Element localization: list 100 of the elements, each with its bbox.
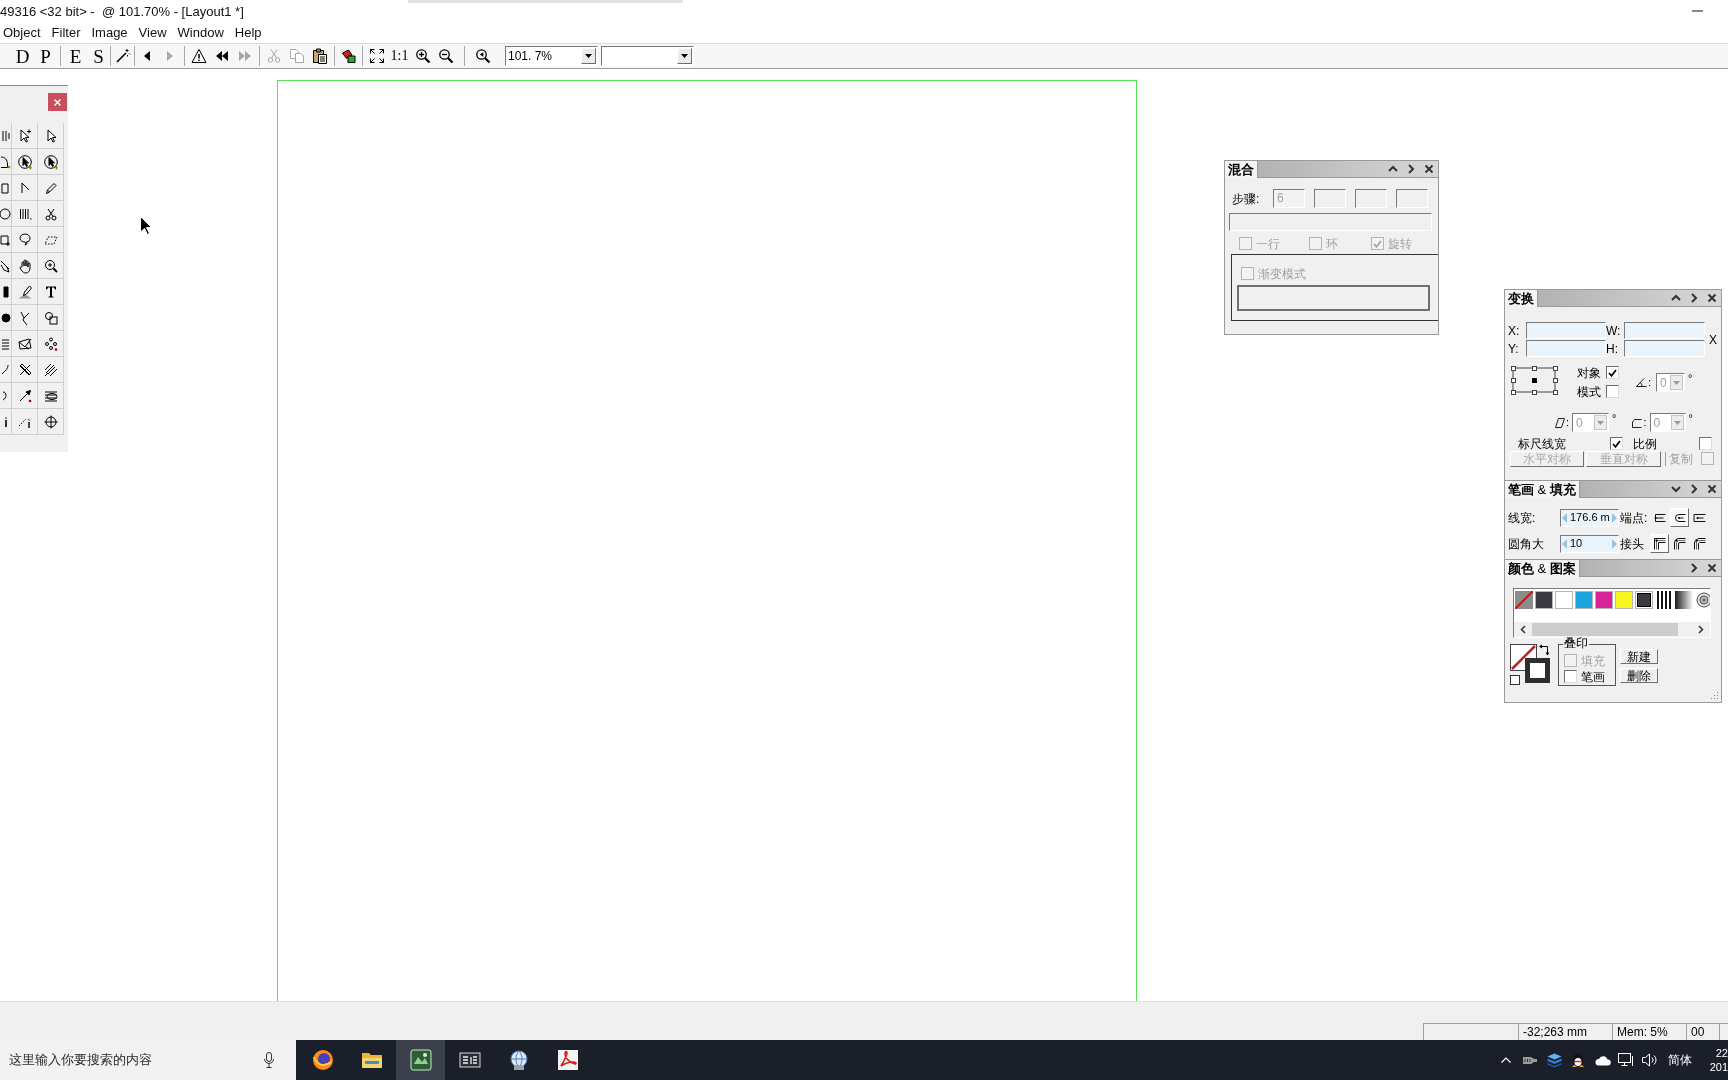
tool-button[interactable] [12, 357, 38, 383]
tool-button[interactable] [12, 383, 38, 409]
tool-button[interactable] [38, 279, 64, 305]
toolbar-button[interactable]: S [87, 45, 110, 67]
close-button[interactable] [1423, 163, 1435, 175]
tool-button[interactable] [38, 305, 64, 331]
close-button[interactable] [1706, 562, 1718, 574]
search-field[interactable]: 这里输入你要搜索的内容 [0, 1050, 250, 1070]
tool-button[interactable] [0, 409, 12, 435]
app-icon[interactable] [409, 1049, 432, 1071]
scrollbar[interactable] [1514, 622, 1710, 637]
tool-button[interactable] [38, 201, 64, 227]
none-swatch-icon[interactable] [1515, 591, 1533, 609]
tool-button[interactable] [12, 279, 38, 305]
anchor-grid-icon[interactable] [1510, 365, 1558, 395]
gradient-swatch-icon[interactable] [1675, 591, 1693, 609]
zoom-dropdown[interactable]: 101. 7% [505, 46, 598, 66]
input-field[interactable] [1229, 213, 1432, 231]
checkbox[interactable] [1606, 385, 1619, 398]
input-field[interactable] [1396, 189, 1428, 208]
panel-button[interactable]: 删除 [1620, 668, 1658, 683]
menu-button[interactable] [1405, 163, 1417, 175]
tool-button[interactable] [0, 227, 12, 253]
tool-button[interactable] [12, 149, 38, 175]
input-field[interactable] [1526, 322, 1606, 339]
app-icon[interactable] [458, 1050, 481, 1070]
tool-button[interactable] [0, 201, 12, 227]
tool-button[interactable] [38, 149, 64, 175]
menu-item[interactable]: Image [86, 23, 133, 42]
tool-button[interactable] [0, 149, 12, 175]
microphone-icon[interactable] [264, 1052, 274, 1068]
swatch-icon[interactable] [1595, 591, 1613, 609]
globe-icon[interactable] [507, 1049, 530, 1071]
tray-app-icon[interactable] [1522, 1054, 1538, 1066]
menu-button[interactable] [1688, 483, 1700, 495]
toolbar-button[interactable]: E [64, 45, 87, 67]
tool-button[interactable] [38, 409, 64, 435]
number-field[interactable]: 10 [1560, 534, 1619, 553]
swatch-icon[interactable] [1575, 591, 1593, 609]
swatch-icon[interactable] [1555, 591, 1573, 609]
monitor-icon[interactable] [1618, 1053, 1634, 1067]
framed-swatch-icon[interactable] [1635, 591, 1653, 609]
menu-item[interactable]: Help [229, 23, 267, 42]
input-field[interactable] [1526, 340, 1606, 357]
checkbox[interactable] [1610, 437, 1623, 450]
swirl-icon[interactable] [556, 1049, 579, 1071]
radial-swatch-icon[interactable] [1695, 591, 1710, 609]
swatch-icon[interactable] [1615, 591, 1633, 609]
chevron-up-icon[interactable] [1501, 1057, 1511, 1063]
browser-icon[interactable] [311, 1049, 334, 1071]
toolbar-button[interactable]: 1:1 [388, 45, 411, 67]
tool-button[interactable] [12, 305, 38, 331]
close-button[interactable] [1706, 483, 1718, 495]
penguin-icon[interactable] [1571, 1052, 1585, 1068]
speaker-icon[interactable] [1642, 1053, 1658, 1067]
cloud-icon[interactable] [1593, 1054, 1611, 1066]
line-join-button[interactable] [1650, 534, 1669, 553]
input-field[interactable] [1624, 340, 1705, 357]
folder-icon[interactable] [360, 1050, 383, 1070]
stack-icon[interactable] [1546, 1052, 1562, 1068]
input-field[interactable] [1624, 322, 1705, 339]
tool-button[interactable] [0, 305, 12, 331]
tool-button[interactable] [38, 357, 64, 383]
tool-button[interactable] [12, 201, 38, 227]
tool-button[interactable] [12, 331, 38, 357]
toolbar-button[interactable]: P [34, 45, 57, 67]
tool-button[interactable] [38, 331, 64, 357]
swatch-icon[interactable] [1535, 591, 1553, 609]
tool-button[interactable] [38, 123, 64, 149]
close-button[interactable] [1706, 292, 1718, 304]
menu-button[interactable] [1688, 562, 1700, 574]
taskbar-app[interactable] [396, 1040, 445, 1080]
toolbar-button[interactable]: D [11, 45, 34, 67]
line-cap-button[interactable] [1670, 508, 1689, 527]
checkbox[interactable] [1564, 670, 1577, 683]
dropdown[interactable] [601, 46, 694, 66]
tool-button[interactable] [0, 253, 12, 279]
tool-button[interactable] [38, 383, 64, 409]
stripes-swatch-icon[interactable] [1655, 591, 1673, 609]
input-field[interactable] [1355, 189, 1387, 208]
number-field[interactable]: 176.6 m [1560, 508, 1619, 527]
tool-button[interactable] [38, 253, 64, 279]
menu-item[interactable]: Window [172, 23, 229, 42]
tool-button[interactable] [12, 123, 38, 149]
tool-button[interactable] [12, 409, 38, 435]
panel-button[interactable]: 新建 [1620, 649, 1658, 664]
close-button[interactable] [48, 93, 67, 111]
scroll-thumb[interactable] [1532, 623, 1678, 636]
input-field[interactable] [1314, 189, 1346, 208]
checkbox[interactable] [1606, 366, 1619, 379]
checkbox[interactable] [1699, 437, 1712, 450]
input-method-label[interactable]: 简体 [1668, 1054, 1698, 1066]
tool-button[interactable] [0, 279, 12, 305]
tool-button[interactable] [12, 227, 38, 253]
tool-button[interactable] [12, 253, 38, 279]
menu-item[interactable]: Object [0, 23, 46, 42]
search-box[interactable]: 这里输入你要搜索的内容 [0, 1040, 296, 1080]
menu-button[interactable] [1688, 292, 1700, 304]
menu-item[interactable]: Filter [46, 23, 86, 42]
expand-button[interactable] [1670, 483, 1682, 495]
